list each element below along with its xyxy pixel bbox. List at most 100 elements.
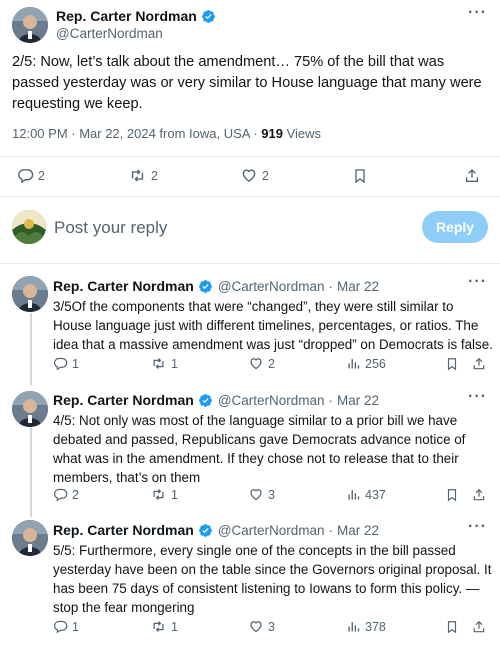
author-name[interactable]: Rep. Carter Nordman [53,392,194,408]
reply-icon [18,169,34,184]
reply-header: Rep. Carter Nordman @CarterNordman · Mar… [53,278,380,294]
repost-icon [153,621,164,632]
more-options-icon[interactable]: ··· [468,388,487,406]
tweet-meta: 12:00 PM · Mar 22, 2024 from Iowa, USA ·… [12,126,321,141]
heart-icon [250,489,262,501]
author-name[interactable]: Rep. Carter Nordman [53,278,194,294]
like-count: 2 [268,356,275,371]
like-count: 3 [268,487,275,502]
repost-count: 1 [171,619,178,634]
reply-icon [53,488,68,502]
repost-action[interactable]: 1 [150,619,178,634]
reply-count: 2 [38,168,45,183]
share-icon [473,620,485,633]
thread-line [30,427,32,517]
analytics-icon [348,622,360,632]
bookmark-icon [355,169,365,184]
repost-action[interactable]: 1 [150,487,178,502]
reply-header: Rep. Carter Nordman @CarterNordman · Mar… [53,392,380,408]
reply-button[interactable]: Reply [422,211,488,243]
avatar[interactable] [12,520,48,556]
reply-icon [53,357,68,371]
more-options-icon[interactable]: ··· [468,518,487,536]
author-handle[interactable]: @CarterNordman [218,279,325,294]
author-handle[interactable]: @CarterNordman [56,26,163,41]
post-date[interactable]: Mar 22 [337,393,379,408]
reply-count: 2 [72,487,79,502]
author-handle[interactable]: @CarterNordman [218,523,325,538]
repost-action[interactable]: 1 [150,356,178,371]
reply-input[interactable]: Post your reply [54,218,167,238]
repost-count: 2 [151,168,158,183]
repost-action[interactable]: 2 [128,167,158,184]
my-avatar[interactable] [12,210,46,244]
reply-composer: Post your reply Reply [12,210,488,246]
author-name[interactable]: Rep. Carter Nordman [56,8,197,24]
share-icon [473,488,485,501]
more-options-icon[interactable]: ··· [468,273,487,291]
repost-icon [153,358,164,369]
reply-header: Rep. Carter Nordman @CarterNordman · Mar… [53,522,380,538]
reply-count: 1 [72,619,79,634]
share-action[interactable] [472,487,486,503]
repost-icon [153,489,164,500]
verified-badge-icon [198,393,213,408]
tweet-text: 2/5: Now, let’s talk about the amendment… [12,54,482,112]
verified-badge-icon [198,523,213,538]
reply-text: 4/5: Not only was most of the language s… [53,413,466,485]
bookmark-action[interactable] [445,356,459,372]
reply-action[interactable]: 1 [53,356,79,371]
repost-icon [131,169,144,182]
thread-line [30,313,32,385]
analytics-icon [348,359,360,369]
post-date[interactable]: Mar 22 [337,279,379,294]
verified-badge-icon [201,9,216,24]
more-options-icon[interactable]: ··· [468,4,487,22]
views-count: 919 [261,126,283,141]
bookmark-action[interactable] [352,167,368,185]
like-action[interactable]: 2 [248,356,275,371]
share-action[interactable] [472,356,486,372]
bookmark-icon [447,489,457,502]
like-action[interactable]: 2 [240,167,269,184]
repost-count: 1 [171,487,178,502]
reply-text: 3/5Of the components that were “changed”… [53,299,493,352]
divider [0,156,500,157]
views-label: Views [282,126,322,141]
post-date[interactable]: Mar 22 [337,523,379,538]
reply-action[interactable]: 1 [53,619,79,634]
avatar[interactable] [12,7,48,43]
views-action[interactable]: 437 [346,487,386,502]
like-action[interactable]: 3 [248,487,275,502]
share-action[interactable] [472,619,486,635]
reply-text: 5/5: Furthermore, every single one of th… [53,543,492,615]
share-action[interactable] [464,167,480,185]
analytics-icon [348,490,360,500]
bookmark-action[interactable] [445,619,459,635]
divider [0,196,500,197]
like-action[interactable]: 3 [248,619,275,634]
avatar[interactable] [12,391,48,427]
like-count: 2 [262,168,269,183]
share-icon [466,169,478,182]
divider [0,263,500,264]
heart-icon [242,169,256,183]
timestamp[interactable]: 12:00 PM · Mar 22, 2024 from Iowa, USA · [12,126,261,141]
reply-icon [53,620,68,634]
views-count: 378 [365,619,386,634]
bookmark-icon [447,621,457,634]
views-action[interactable]: 256 [346,356,386,371]
avatar[interactable] [12,276,48,312]
verified-badge-icon [198,279,213,294]
repost-count: 1 [171,356,178,371]
heart-icon [250,358,262,370]
views-action[interactable]: 378 [346,619,386,634]
like-count: 3 [268,619,275,634]
reply-action[interactable]: 2 [17,167,45,184]
reply-count: 1 [72,356,79,371]
reply-action[interactable]: 2 [53,487,79,502]
author-handle[interactable]: @CarterNordman [218,393,325,408]
bookmark-action[interactable] [445,487,459,503]
author-name[interactable]: Rep. Carter Nordman [53,522,194,538]
bookmark-icon [447,358,457,371]
